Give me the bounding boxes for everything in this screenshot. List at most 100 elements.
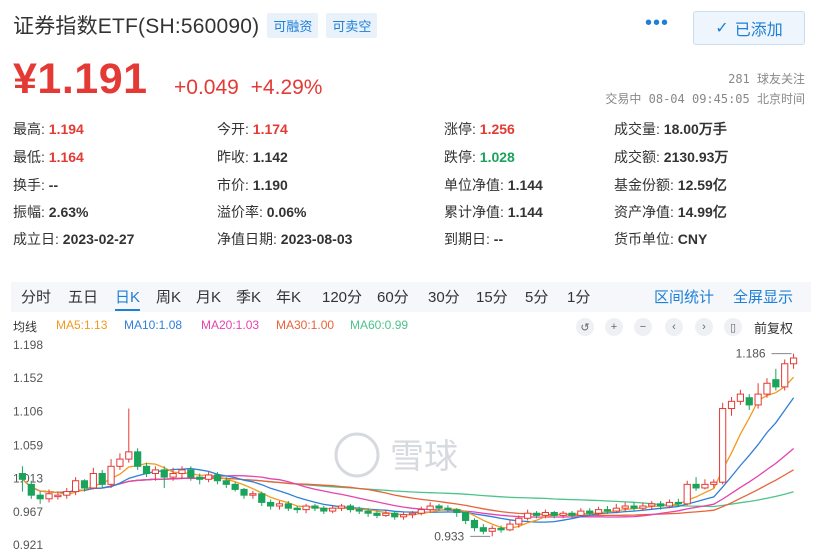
stat-value: --: [489, 231, 504, 247]
candle-body: [745, 397, 753, 406]
short-tag[interactable]: 可卖空: [326, 12, 378, 38]
page-title: 证券指数ETF(SH:560090): [13, 15, 260, 38]
candle-body: [63, 491, 71, 496]
undo-icon[interactable]: ↺: [576, 318, 594, 336]
candle-body: [586, 510, 594, 514]
ma-legend-item: MA60:0.99: [350, 318, 409, 332]
more-dots-icon[interactable]: •••: [645, 12, 669, 35]
tab-2[interactable]: 日K: [115, 286, 141, 311]
tab-11[interactable]: 5分: [525, 286, 548, 307]
period-tabs: 分时 五日 日K 周K 月K 季K 年K 120分 60分 30分 15分 5分 1分 区间统计 全屏显示: [11, 282, 811, 312]
min-label: 0.933: [434, 529, 464, 543]
next-icon[interactable]: ›: [695, 318, 713, 336]
candle-body: [417, 509, 425, 514]
added-button[interactable]: ✓ 已添加: [693, 11, 805, 45]
stat-18: 到期日: --: [444, 229, 503, 249]
candle-body: [630, 505, 638, 509]
stat-value: 2023-02-27: [58, 231, 135, 247]
tab-6[interactable]: 年K: [276, 286, 301, 307]
tab-7[interactable]: 120分: [322, 286, 362, 307]
stat-value: 1.174: [248, 121, 288, 137]
stat-label: 到期日:: [444, 231, 490, 247]
margin-tag[interactable]: 可融资: [267, 12, 319, 38]
watermark-text: 雪球: [390, 438, 458, 476]
adjust-mode[interactable]: 前复权: [754, 318, 793, 337]
tab-1[interactable]: 五日: [68, 286, 98, 307]
candle-body: [541, 512, 549, 516]
tab-10[interactable]: 15分: [476, 286, 508, 307]
candle-body: [240, 488, 248, 496]
stat-label: 资产净值:: [614, 204, 674, 220]
stat-value: 1.190: [248, 177, 288, 193]
tab-link-0[interactable]: 区间统计: [654, 286, 714, 307]
candle-body: [577, 510, 585, 516]
watermark-logo: [334, 432, 380, 478]
tab-0[interactable]: 分时: [21, 286, 51, 307]
followers-count[interactable]: 281 球友关注: [728, 70, 805, 87]
candle-body: [284, 503, 292, 509]
tab-12[interactable]: 1分: [567, 286, 590, 307]
candle-body: [116, 458, 124, 467]
tab-9[interactable]: 30分: [428, 286, 460, 307]
candle-body: [72, 480, 80, 493]
candle-body: [293, 507, 301, 511]
candle-body: [674, 501, 682, 505]
candle-body: [311, 505, 319, 509]
ma-legend-item: 均线: [13, 320, 38, 334]
candle-body: [683, 483, 691, 505]
stat-value: 14.99亿: [673, 204, 727, 220]
zoom-in-icon[interactable]: +: [605, 318, 623, 336]
candle-icon[interactable]: ▯: [724, 318, 742, 336]
candle-body: [196, 476, 204, 480]
candle-body: [515, 517, 523, 525]
stat-label: 成交额:: [614, 149, 660, 165]
stat-12: 振幅: 2.63%: [13, 202, 88, 222]
y-tick-label: 1.198: [13, 338, 43, 352]
candle-body: [789, 357, 798, 365]
tab-4[interactable]: 月K: [196, 286, 221, 307]
stat-value: --: [44, 177, 59, 193]
candle-body: [754, 393, 762, 406]
candle-body: [169, 473, 177, 478]
added-label: 已添加: [734, 22, 783, 39]
candle-body: [781, 363, 789, 388]
candle-body: [594, 509, 603, 514]
stat-15: 资产净值: 14.99亿: [614, 202, 727, 222]
stat-label: 市价:: [217, 177, 249, 193]
stat-value: 1.144: [503, 204, 543, 220]
candle-body: [479, 527, 487, 532]
tab-link-1[interactable]: 全屏显示: [733, 286, 793, 307]
stat-label: 振幅:: [13, 204, 45, 220]
zoom-out-icon[interactable]: −: [634, 318, 652, 336]
candle-body: [355, 509, 363, 512]
ma-legend-item: MA20:1.03: [201, 318, 260, 332]
stat-label: 成立日:: [13, 231, 59, 247]
tab-5[interactable]: 季K: [236, 286, 261, 307]
candle-body: [532, 512, 541, 516]
candle-body: [249, 493, 257, 496]
tab-3[interactable]: 周K: [156, 286, 181, 307]
candle-body: [337, 505, 346, 509]
candle-body: [45, 493, 53, 500]
tab-8[interactable]: 60分: [377, 286, 409, 307]
candle-body: [18, 473, 27, 480]
stat-label: 换手:: [13, 177, 45, 193]
stat-label: 基金份额:: [614, 177, 674, 193]
candle-body: [408, 512, 417, 516]
candle-body: [54, 494, 62, 498]
stat-label: 单位净值:: [444, 177, 504, 193]
candle-body: [399, 514, 408, 518]
ma5-line: [21, 376, 795, 529]
stat-11: 基金份额: 12.59亿: [614, 175, 727, 195]
candle-body: [320, 507, 328, 512]
candle-body: [497, 527, 505, 531]
stat-label: 昨收:: [217, 149, 249, 165]
candle-body: [550, 512, 558, 516]
stat-0: 最高: 1.194: [13, 119, 84, 139]
candle-body: [648, 503, 656, 507]
y-tick-label: 1.059: [13, 438, 43, 452]
stat-16: 成立日: 2023-02-27: [13, 229, 134, 249]
stat-value: 1.194: [44, 121, 84, 137]
prev-icon[interactable]: ‹: [665, 318, 683, 336]
stat-6: 跌停: 1.028: [444, 147, 515, 167]
